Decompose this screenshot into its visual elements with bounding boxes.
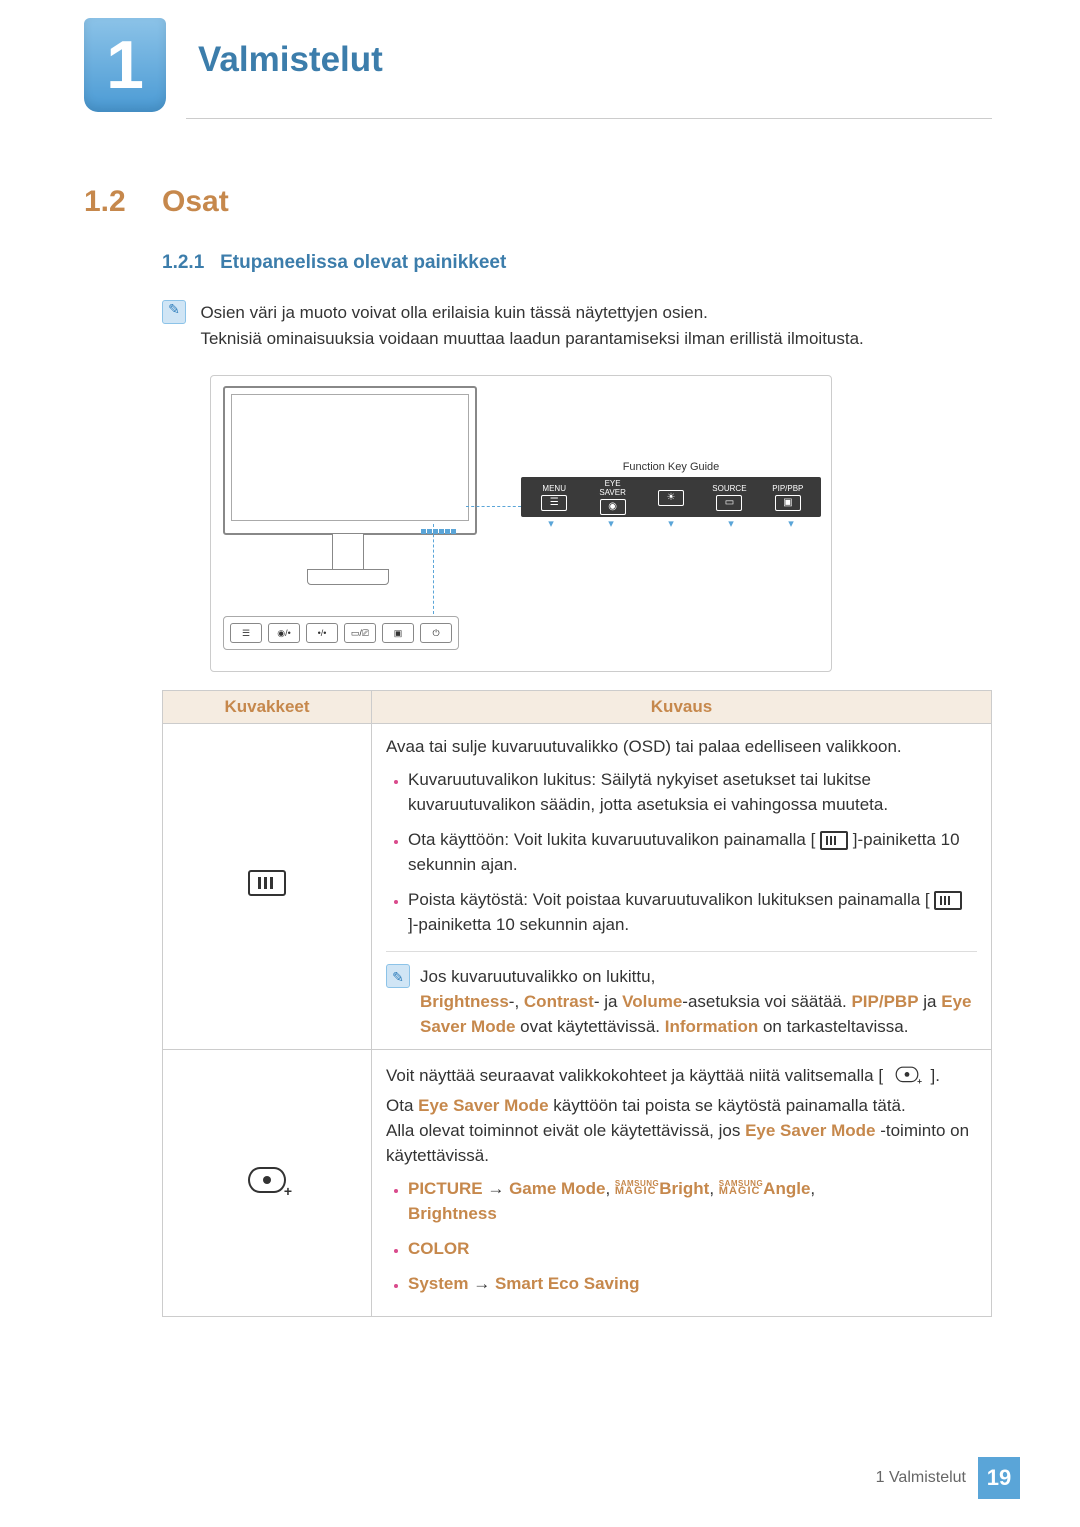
fg-blank: ☀ <box>642 488 700 506</box>
row2-bullet-2: COLOR <box>408 1236 977 1261</box>
btn-adjust-icon: •/• <box>306 623 338 643</box>
footer-page-number: 19 <box>978 1457 1020 1499</box>
inline-menu-icon <box>934 891 962 910</box>
fg-menu: MENU☰ <box>525 484 583 511</box>
page-footer: 1 Valmistelut 19 <box>876 1457 1020 1499</box>
fg-eye-saver: EYE SAVER◉ <box>583 479 641 515</box>
row2-line-3: Alla olevat toiminnot eivät ole käytettä… <box>386 1118 977 1168</box>
function-key-guide: Function Key Guide MENU☰ EYE SAVER◉ ☀ SO… <box>521 461 821 530</box>
subsection-number: 1.2.1 <box>162 252 204 273</box>
menu-icon <box>248 870 286 896</box>
row2-line-2: Ota Eye Saver Mode käyttöön tai poista s… <box>386 1093 977 1118</box>
eye-icon: + <box>248 1167 286 1200</box>
th-desc: Kuvaus <box>372 691 992 724</box>
note-line-1: Osien väri ja muoto voivat olla erilaisi… <box>200 300 960 326</box>
subsection-title: Etupaneelissa olevat painikkeet <box>220 252 506 273</box>
fg-source: SOURCE▭ <box>700 484 758 511</box>
header-divider <box>186 118 992 119</box>
callout-line <box>466 506 521 507</box>
chapter-number-tab: 1 <box>84 18 166 112</box>
monitor-outline <box>223 386 477 535</box>
note-icon: ✎ <box>386 964 410 988</box>
monitor-stand <box>306 533 390 588</box>
callout-line <box>433 524 434 614</box>
row2-bullet-1: PICTURE → Game Mode, SAMSUNGMAGICBright,… <box>408 1176 977 1226</box>
row-desc-eye: Voit näyttää seuraavat valikkokohteet ja… <box>372 1050 992 1317</box>
controls-table: Kuvakkeet Kuvaus Avaa tai sulje kuvaruut… <box>162 690 992 1317</box>
function-key-arrows: ▾▾▾▾▾ <box>521 517 821 530</box>
inline-eye-icon: + <box>895 1067 918 1087</box>
section-title: Osat <box>162 185 229 219</box>
function-key-guide-label: Function Key Guide <box>521 461 821 473</box>
note-icon: ✎ <box>162 300 186 324</box>
button-closeup-row: ☰ ◉/• •/• ▭/⎚ ▣ ⏻ <box>223 616 459 650</box>
row-icon-eye: + <box>163 1050 372 1317</box>
monitor-diagram: ☰ ◉/• •/• ▭/⎚ ▣ ⏻ Function Key Guide MEN… <box>210 375 832 672</box>
row-desc-menu: Avaa tai sulje kuvaruutuvalikko (OSD) ta… <box>372 724 992 1050</box>
samsung-magic-angle: SAMSUNGMAGIC <box>719 1180 763 1197</box>
chapter-title: Valmistelut <box>198 40 383 80</box>
note-text: Osien väri ja muoto voivat olla erilaisi… <box>200 300 960 352</box>
btn-menu-icon: ☰ <box>230 623 262 643</box>
samsung-magic-bright: SAMSUNGMAGIC <box>615 1180 659 1197</box>
row1-note: ✎ Jos kuvaruutuvalikko on lukittu, Brigh… <box>386 951 977 1039</box>
row2-bullet-3: System → Smart Eco Saving <box>408 1271 977 1296</box>
btn-source-icon: ▭/⎚ <box>344 623 376 643</box>
note-line-2: Teknisiä ominaisuuksia voidaan muuttaa l… <box>200 326 960 352</box>
btn-pip-icon: ▣ <box>382 623 414 643</box>
fg-pip-pbp: PIP/PBP▣ <box>759 484 817 511</box>
row-icon-menu <box>163 724 372 1050</box>
footer-chapter-label: 1 Valmistelut <box>876 1469 966 1487</box>
subsection-heading: 1.2.1 Etupaneelissa olevat painikkeet <box>162 252 506 274</box>
row1-intro: Avaa tai sulje kuvaruutuvalikko (OSD) ta… <box>386 734 977 759</box>
row1-note-body: Jos kuvaruutuvalikko on lukittu, Brightn… <box>420 964 977 1039</box>
function-key-bar: MENU☰ EYE SAVER◉ ☀ SOURCE▭ PIP/PBP▣ <box>521 477 821 517</box>
btn-eye-icon: ◉/• <box>268 623 300 643</box>
table-row-menu: Avaa tai sulje kuvaruutuvalikko (OSD) ta… <box>163 724 992 1050</box>
monitor-screen <box>231 394 469 521</box>
row1-bullet-1: Kuvaruutuvalikon lukitus: Säilytä nykyis… <box>408 767 977 817</box>
row2-line-1: Voit näyttää seuraavat valikkokohteet ja… <box>386 1060 977 1093</box>
note-block: ✎ Osien väri ja muoto voivat olla erilai… <box>162 300 992 352</box>
monitor-buttons <box>421 521 471 527</box>
btn-power-icon: ⏻ <box>420 623 452 643</box>
row1-bullet-3: Poista käytöstä: Voit poistaa kuvaruutuv… <box>408 887 977 937</box>
inline-menu-icon <box>820 831 848 850</box>
table-row-eye: + Voit näyttää seuraavat valikkokohteet … <box>163 1050 992 1317</box>
section-number: 1.2 <box>84 185 126 219</box>
th-icons: Kuvakkeet <box>163 691 372 724</box>
row1-bullet-2: Ota käyttöön: Voit lukita kuvaruutuvalik… <box>408 827 977 877</box>
